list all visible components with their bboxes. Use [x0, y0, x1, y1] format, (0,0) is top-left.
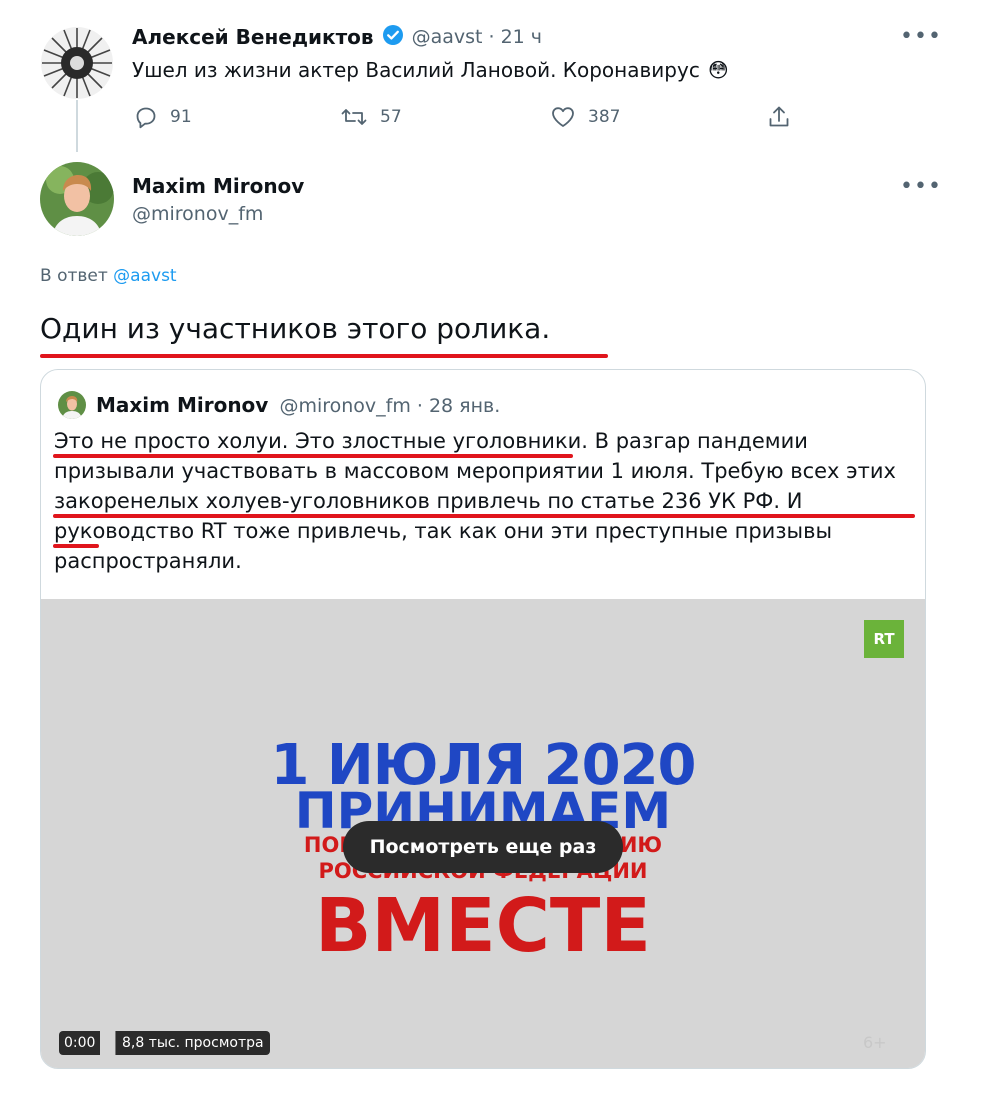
- author-name[interactable]: Алексей Венедиктов: [132, 25, 374, 49]
- like-button[interactable]: 387: [550, 105, 620, 129]
- view-count: 8,8 тыс. просмотра: [115, 1031, 270, 1055]
- retweet-button[interactable]: 57: [340, 105, 402, 129]
- underline-mark: [53, 514, 915, 518]
- author-name: Maxim Mironov: [96, 393, 269, 417]
- more-icon[interactable]: •••: [900, 26, 942, 48]
- tweet-text: Ушел из жизни актер Василий Лановой. Кор…: [132, 58, 700, 82]
- avatar: [58, 391, 86, 419]
- like-count: 387: [588, 107, 621, 127]
- underline-mark: [53, 544, 99, 548]
- handle-time: @mironov_fm · 28 янв.: [279, 395, 501, 417]
- tweet-1[interactable]: Алексей Венедиктов @aavst · 21 ч ••• Уше…: [0, 0, 993, 150]
- reply-count: 91: [170, 107, 192, 127]
- underline-mark: [53, 454, 573, 458]
- emoji-icon: 😳: [707, 58, 729, 82]
- video-headline: ВМЕСТЕ: [315, 883, 651, 969]
- author-name[interactable]: Maxim Mironov: [132, 174, 304, 198]
- reply-icon: [136, 107, 156, 129]
- verified-badge-icon: [382, 24, 404, 50]
- handle-time[interactable]: @aavst · 21 ч: [412, 26, 542, 48]
- retweet-icon: [341, 109, 367, 125]
- more-icon[interactable]: •••: [900, 176, 942, 198]
- reply-to-link[interactable]: @aavst: [113, 266, 176, 286]
- rt-logo: RT: [864, 620, 904, 658]
- avatar[interactable]: [40, 162, 114, 236]
- tweet-2[interactable]: Maxim Mironov @mironov_fm ••• В ответ @a…: [0, 150, 993, 370]
- avatar[interactable]: [40, 26, 114, 100]
- tweet-text: Один из участников этого ролика.: [40, 312, 551, 345]
- video-time: 0:00: [59, 1031, 101, 1055]
- age-rating: 6+: [863, 1033, 887, 1052]
- quoted-text: Это не просто холуи. Это злостные уголов…: [54, 429, 896, 573]
- handle[interactable]: @mironov_fm: [132, 203, 263, 225]
- retweet-count: 57: [380, 107, 402, 127]
- reply-prefix: В ответ: [40, 266, 108, 286]
- heart-icon: [552, 107, 574, 127]
- quoted-tweet[interactable]: Maxim Mironov @mironov_fm · 28 янв. Это …: [40, 369, 926, 1069]
- share-icon[interactable]: [766, 104, 792, 134]
- video-player[interactable]: RT 1 ИЮЛЯ 2020 ПРИНИМАЕМ ПОПРАВКИ В КОНС…: [41, 599, 925, 1068]
- reply-button[interactable]: 91: [134, 105, 192, 129]
- underline-mark: [40, 354, 608, 358]
- replay-button[interactable]: Посмотреть еще раз: [343, 821, 623, 873]
